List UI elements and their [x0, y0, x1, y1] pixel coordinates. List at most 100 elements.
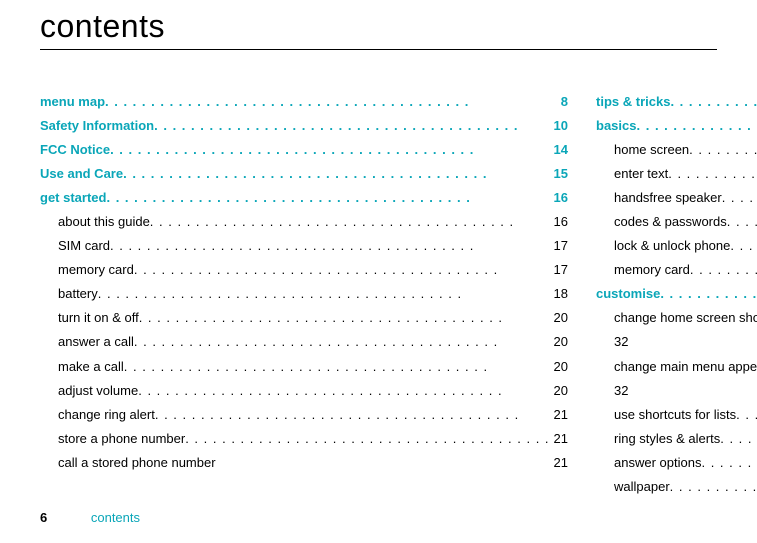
toc-dots: [690, 258, 757, 282]
toc-entry: answer options34: [596, 451, 757, 475]
toc-dots: [110, 234, 550, 258]
toc-dots: [138, 379, 549, 403]
toc-dots: [139, 306, 550, 330]
toc-label: memory card: [614, 258, 690, 282]
toc-section: Use and Care 15: [40, 162, 568, 186]
toc-dots: [720, 427, 757, 451]
toc-dots: [134, 258, 550, 282]
toc-page: 32: [614, 379, 628, 403]
toc-dots: [701, 451, 757, 475]
toc-label: about this guide: [58, 210, 150, 234]
toc-label: home screen: [614, 138, 689, 162]
toc-dots: [689, 138, 757, 162]
toc-entry: answer a call 20: [40, 330, 568, 354]
toc-page: 18: [550, 282, 568, 306]
toc-dots: [637, 114, 757, 138]
toc-label: change ring alert: [58, 403, 155, 427]
toc-label: memory card: [58, 258, 134, 282]
toc-page: 8: [557, 90, 568, 114]
toc-label: store a phone number: [58, 427, 185, 451]
toc-label: wallpaper: [614, 475, 670, 499]
toc-label: customise: [596, 282, 660, 306]
toc-label: call a stored phone number: [58, 451, 216, 475]
toc-label: answer a call: [58, 330, 134, 354]
toc-entry: SIM card17: [40, 234, 568, 258]
toc-entry: enter text24: [596, 162, 757, 186]
toc-label: change main menu appearance: [614, 355, 757, 379]
toc-label: Safety Information: [40, 114, 154, 138]
toc-section: menu map 8: [40, 90, 568, 114]
toc-page: 10: [550, 114, 568, 138]
toc-page: 21: [550, 427, 568, 451]
toc-entry: memory card 17: [40, 258, 568, 282]
toc-section: FCC Notice14: [40, 138, 568, 162]
toc-dots: [123, 162, 549, 186]
toc-page: 20: [550, 379, 568, 403]
toc-page: 20: [550, 355, 568, 379]
toc-page: 20: [550, 330, 568, 354]
toc-entry: use shortcuts for lists33: [596, 403, 757, 427]
toc-entry: memory card30: [596, 258, 757, 282]
toc-dots: [105, 90, 557, 114]
toc-entry: wallpaper34: [596, 475, 757, 499]
toc-label: SIM card: [58, 234, 110, 258]
toc-dots: [660, 282, 757, 306]
toc-dots: [154, 114, 549, 138]
toc-dots: [185, 427, 549, 451]
toc-label: menu map: [40, 90, 105, 114]
toc-label: basics: [596, 114, 636, 138]
toc-entry: codes & passwords29: [596, 210, 757, 234]
toc-section: Safety Information 10: [40, 114, 568, 138]
toc-entry: change ring alert 21: [40, 403, 568, 427]
toc-page: 20: [550, 306, 568, 330]
toc-page: 16: [550, 210, 568, 234]
toc-entry: handsfree speaker29: [596, 186, 757, 210]
toc-dots: [106, 186, 549, 210]
toc-entry: store a phone number 21: [40, 427, 568, 451]
toc-entry: change home screen shortcuts32: [596, 306, 757, 354]
toc-entry: about this guide 16: [40, 210, 568, 234]
toc-label: enter text: [614, 162, 668, 186]
toc-page: 14: [550, 138, 568, 162]
toc-dots: [670, 90, 757, 114]
toc-label: lock & unlock phone: [614, 234, 730, 258]
toc-entry: change main menu appearance32: [596, 355, 757, 403]
toc-section: basics23: [596, 114, 757, 138]
toc-label: get started: [40, 186, 106, 210]
toc-entry: turn it on & off 20: [40, 306, 568, 330]
toc-dots: [110, 138, 549, 162]
toc-dots: [150, 210, 550, 234]
toc-label: Use and Care: [40, 162, 123, 186]
toc-label: answer options: [614, 451, 701, 475]
page-title: contents: [0, 0, 757, 45]
toc-dots: [722, 186, 757, 210]
toc-label: use shortcuts for lists: [614, 403, 736, 427]
toc-entry: home screen23: [596, 138, 757, 162]
toc-label: adjust volume: [58, 379, 138, 403]
toc-label: handsfree speaker: [614, 186, 722, 210]
toc-label: turn it on & off: [58, 306, 139, 330]
toc-dots: [727, 210, 757, 234]
toc-page: 17: [550, 258, 568, 282]
toc-dots: [736, 403, 757, 427]
toc-label: battery: [58, 282, 98, 306]
toc-page: 15: [550, 162, 568, 186]
toc-label: change home screen shortcuts: [614, 306, 757, 330]
toc-entry: call a stored phone number 21: [40, 451, 568, 475]
toc-page: 16: [550, 186, 568, 210]
toc-entry: adjust volume 20: [40, 379, 568, 403]
toc-section: customise32: [596, 282, 757, 306]
toc-page: 32: [614, 330, 628, 354]
toc-dots: [98, 282, 550, 306]
toc-dots: [155, 403, 550, 427]
toc-col-1: menu map 8 Safety Information 10FCC Notice1…: [40, 90, 568, 499]
toc-label: make a call: [58, 355, 124, 379]
toc-page: 21: [550, 403, 568, 427]
toc-dots: [124, 355, 550, 379]
page-footer: 6 contents: [40, 510, 140, 525]
toc-entry: battery 18: [40, 282, 568, 306]
toc-entry: make a call 20: [40, 355, 568, 379]
toc-page: 21: [550, 451, 568, 475]
toc-entry: lock & unlock phone30: [596, 234, 757, 258]
toc-label: codes & passwords: [614, 210, 727, 234]
